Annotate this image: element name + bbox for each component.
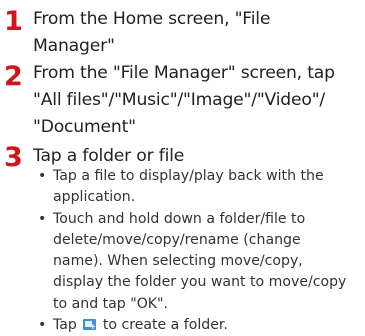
- bullet-3-line-1: Tap to create a folder.: [53, 315, 365, 336]
- bullet-3-text-after: to create a folder.: [102, 317, 228, 334]
- bullet-1-line-1: Tap a file to display/play back with the: [53, 168, 324, 184]
- bullet-marker: •: [38, 317, 47, 334]
- step-1-line-1: From the Home screen, "File: [33, 9, 271, 29]
- bullet-2-line-5: to and tap "OK".: [53, 295, 168, 312]
- step-3-bullet-list: • Tap a file to display/play back with t…: [38, 166, 365, 336]
- bullet-marker: •: [38, 210, 47, 227]
- bullet-3-text-before: Tap: [53, 317, 77, 334]
- bullet-item-2: • Touch and hold down a folder/file to d…: [38, 209, 365, 315]
- bullet-2-line-3: name). When selecting move/copy,: [53, 253, 303, 270]
- bullet-item-1: • Tap a file to display/play back with t…: [38, 166, 365, 209]
- step-2-line-1: From the "File Manager" screen, tap: [33, 63, 335, 83]
- bullet-item-3: • Tap to create a folder.: [38, 315, 365, 336]
- new-folder-icon: [83, 319, 97, 331]
- bullet-2-line-2: delete/move/copy/rename (change: [53, 231, 301, 248]
- bullet-1-line-2: application.: [53, 189, 136, 206]
- step-2-line-3: "Document": [33, 117, 136, 137]
- step-number-1: 1: [4, 6, 23, 37]
- step-number-3: 3: [4, 142, 23, 173]
- step-1-line-2: Manager": [33, 36, 115, 56]
- bullet-2-line-4: display the folder you want to move/copy: [53, 274, 347, 291]
- bullet-2-line-1: Touch and hold down a folder/file to: [53, 210, 306, 227]
- step-2-text: From the "File Manager" screen, tap "All…: [33, 60, 365, 141]
- bullet-marker: •: [38, 168, 47, 184]
- step-1-text: From the Home screen, "File Manager": [33, 6, 365, 60]
- step-2-line-2: "All files"/"Music"/"Image"/"Video"/: [33, 90, 325, 110]
- step-number-2: 2: [4, 61, 23, 92]
